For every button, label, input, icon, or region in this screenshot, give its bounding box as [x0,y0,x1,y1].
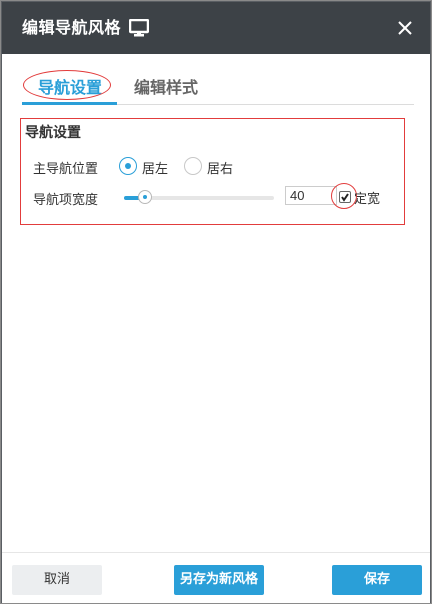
nav-width-slider[interactable] [124,190,274,204]
dialog-titlebar: 编辑导航风格 [2,2,430,54]
tab-edit-style[interactable]: 编辑样式 [134,76,198,100]
fixed-width-checkbox[interactable] [339,191,351,203]
dialog-footer: 取消 另存为新风格 保存 [2,552,430,603]
fixed-width-label: 定宽 [354,192,381,207]
nav-width-input[interactable]: 40 [285,186,337,205]
radio-right[interactable] [184,157,202,175]
edit-nav-style-dialog: 编辑导航风格 导航设置 编辑样式 导航设置 主导航位置 居左 居右 导航项宽度 [1,1,431,603]
cancel-button[interactable]: 取消 [12,565,102,595]
active-tab-indicator [22,102,117,105]
tab-bar: 导航设置 编辑样式 [22,70,414,105]
nav-settings-panel: 导航设置 主导航位置 居左 居右 导航项宽度 40 定宽 [20,118,405,225]
section-title: 导航设置 [25,125,81,141]
slider-handle[interactable] [138,190,152,204]
close-icon[interactable] [394,17,416,39]
radio-left[interactable] [119,157,137,175]
nav-position-label: 主导航位置 [33,162,99,177]
radio-right-label: 居右 [207,162,234,177]
radio-left-label: 居左 [142,162,169,177]
dialog-title: 编辑导航风格 [22,18,122,37]
save-as-new-style-button[interactable]: 另存为新风格 [174,565,264,595]
save-button[interactable]: 保存 [332,565,422,595]
monitor-icon [128,18,150,37]
annotation-circle-tab [23,70,111,100]
nav-width-label: 导航项宽度 [33,193,99,208]
